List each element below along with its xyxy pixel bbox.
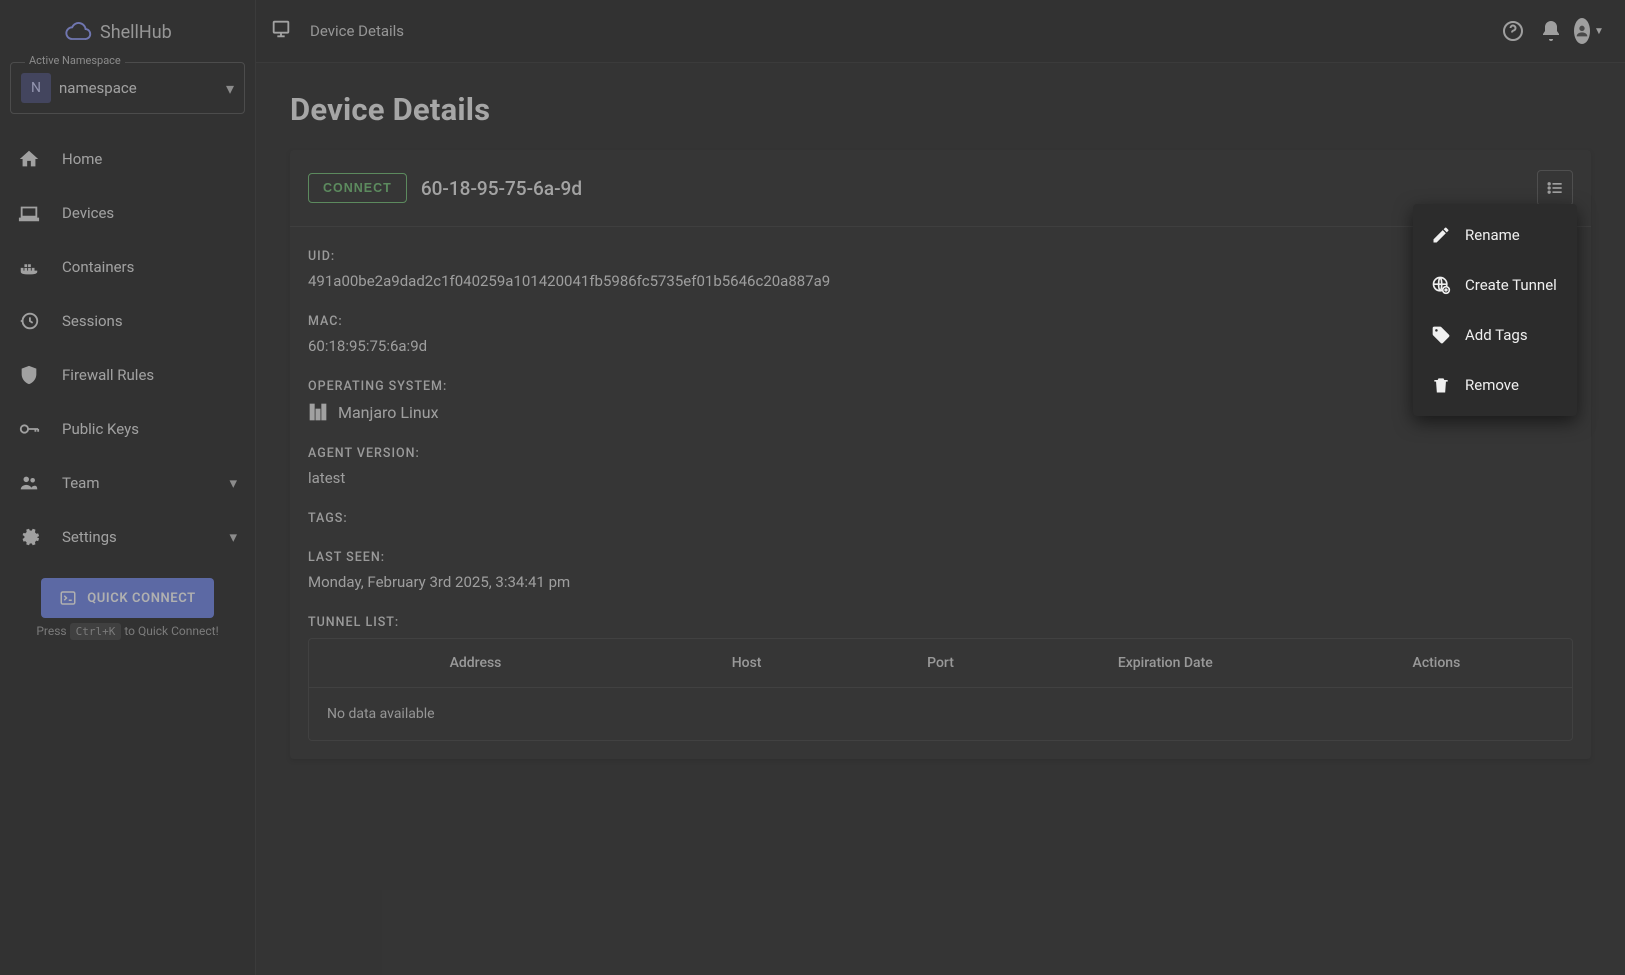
os-value: Manjaro Linux bbox=[338, 403, 439, 422]
mac-value: 60:18:95:75:6a:9d bbox=[308, 337, 1573, 355]
sidebar-item-containers[interactable]: Containers bbox=[8, 240, 247, 294]
sidebar-item-team[interactable]: Team ▾ bbox=[8, 456, 247, 510]
device-icon bbox=[270, 18, 292, 44]
os-label: OPERATING SYSTEM: bbox=[308, 379, 1573, 394]
menu-item-rename[interactable]: Rename bbox=[1413, 210, 1577, 260]
sidebar-item-settings[interactable]: Settings ▾ bbox=[8, 510, 247, 564]
sidebar-item-devices[interactable]: Devices bbox=[8, 186, 247, 240]
sidebar-item-label: Sessions bbox=[62, 312, 123, 330]
sidebar-item-public-keys[interactable]: Public Keys bbox=[8, 402, 247, 456]
namespace-chip: N bbox=[21, 73, 51, 103]
quick-connect-button[interactable]: QUICK CONNECT bbox=[41, 578, 214, 618]
tag-icon bbox=[1431, 325, 1451, 345]
history-icon bbox=[18, 310, 40, 332]
menu-item-label: Rename bbox=[1465, 226, 1520, 244]
home-icon bbox=[18, 148, 40, 170]
pencil-icon bbox=[1431, 225, 1451, 245]
agent-label: AGENT VERSION: bbox=[308, 446, 1573, 461]
menu-item-remove[interactable]: Remove bbox=[1413, 360, 1577, 410]
gear-icon bbox=[18, 526, 40, 548]
menu-item-create-tunnel[interactable]: Create Tunnel bbox=[1413, 260, 1577, 310]
sidebar: ShellHub Active Namespace N namespace ▾ … bbox=[0, 0, 256, 975]
device-card: CONNECT 60-18-95-75-6a-9d UID: 491a00be2… bbox=[290, 150, 1591, 759]
laptop-icon bbox=[18, 202, 40, 224]
tunnel-table: Address Host Port Expiration Date Action… bbox=[308, 638, 1573, 741]
device-actions-menu: Rename Create Tunnel Add Tags Remove bbox=[1413, 204, 1577, 416]
table-empty: No data available bbox=[309, 688, 1572, 740]
device-menu-button[interactable] bbox=[1537, 170, 1573, 206]
list-icon bbox=[1545, 178, 1565, 198]
last-seen-value: Monday, February 3rd 2025, 3:34:41 pm bbox=[308, 573, 1573, 591]
sidebar-item-label: Settings bbox=[62, 528, 117, 546]
app-name: ShellHub bbox=[100, 22, 172, 43]
sidebar-item-label: Containers bbox=[62, 258, 134, 276]
topbar: Device Details ▼ bbox=[256, 0, 1625, 63]
quick-connect-hint: Press Ctrl+K to Quick Connect! bbox=[8, 624, 247, 638]
cloud-icon bbox=[64, 18, 92, 46]
namespace-name: namespace bbox=[59, 79, 218, 97]
th-port: Port bbox=[851, 639, 1029, 687]
manjaro-icon bbox=[308, 402, 328, 422]
sidebar-item-firewall[interactable]: Firewall Rules bbox=[8, 348, 247, 402]
account-menu[interactable]: ▼ bbox=[1577, 19, 1601, 43]
menu-item-add-tags[interactable]: Add Tags bbox=[1413, 310, 1577, 360]
bell-icon[interactable] bbox=[1539, 19, 1563, 43]
agent-value: latest bbox=[308, 469, 1573, 487]
trash-icon bbox=[1431, 375, 1451, 395]
sidebar-item-sessions[interactable]: Sessions bbox=[8, 294, 247, 348]
menu-item-label: Create Tunnel bbox=[1465, 276, 1557, 294]
help-icon[interactable] bbox=[1501, 19, 1525, 43]
last-seen-label: LAST SEEN: bbox=[308, 550, 1573, 565]
sidebar-item-label: Home bbox=[62, 150, 102, 168]
menu-item-label: Remove bbox=[1465, 376, 1519, 394]
th-host: Host bbox=[642, 639, 851, 687]
chevron-down-icon: ▾ bbox=[226, 79, 234, 98]
th-expiration: Expiration Date bbox=[1030, 639, 1301, 687]
connect-button[interactable]: CONNECT bbox=[308, 173, 407, 203]
chevron-down-icon: ▾ bbox=[229, 474, 237, 492]
uid-label: UID: bbox=[308, 249, 1573, 264]
mac-label: MAC: bbox=[308, 314, 1573, 329]
shield-icon bbox=[18, 364, 40, 386]
device-name: 60-18-95-75-6a-9d bbox=[421, 177, 582, 200]
tunnel-label: TUNNEL LIST: bbox=[308, 615, 1573, 630]
namespace-legend: Active Namespace bbox=[25, 54, 125, 67]
key-icon bbox=[18, 418, 40, 440]
chevron-down-icon: ▼ bbox=[1594, 26, 1604, 37]
menu-item-label: Add Tags bbox=[1465, 326, 1528, 344]
namespace-selector[interactable]: Active Namespace N namespace ▾ bbox=[10, 62, 245, 114]
group-icon bbox=[18, 472, 40, 494]
container-icon bbox=[18, 256, 40, 278]
sidebar-item-home[interactable]: Home bbox=[8, 132, 247, 186]
tags-label: TAGS: bbox=[308, 511, 1573, 526]
terminal-icon bbox=[59, 589, 77, 607]
quick-connect-label: QUICK CONNECT bbox=[87, 591, 196, 606]
sidebar-item-label: Team bbox=[62, 474, 100, 492]
nav: Home Devices Containers Sessions Firewal… bbox=[8, 132, 247, 564]
hint-kbd: Ctrl+K bbox=[70, 623, 122, 640]
th-actions: Actions bbox=[1301, 639, 1572, 687]
th-address: Address bbox=[309, 639, 642, 687]
uid-value: 491a00be2a9dad2c1f040259a101420041fb5986… bbox=[308, 272, 1573, 290]
sidebar-item-label: Public Keys bbox=[62, 420, 139, 438]
avatar-icon bbox=[1574, 18, 1590, 44]
chevron-down-icon: ▾ bbox=[229, 528, 237, 546]
breadcrumb: Device Details bbox=[310, 22, 404, 40]
page-title: Device Details bbox=[290, 91, 1591, 128]
main: Device Details ▼ Device Details bbox=[256, 0, 1625, 975]
sidebar-item-label: Devices bbox=[62, 204, 114, 222]
globe-plus-icon bbox=[1431, 275, 1451, 295]
sidebar-item-label: Firewall Rules bbox=[62, 366, 154, 384]
